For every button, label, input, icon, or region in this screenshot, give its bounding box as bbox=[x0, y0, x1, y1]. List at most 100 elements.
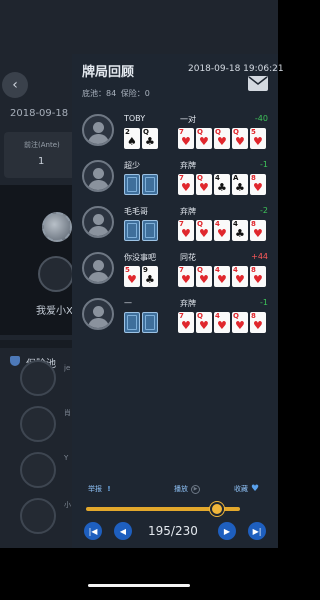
playing-card: 8 ♥ bbox=[250, 174, 266, 195]
player-name: — bbox=[124, 298, 132, 307]
card-suit: ♥ bbox=[235, 135, 245, 148]
heart-icon: ♥ bbox=[251, 484, 260, 494]
playing-card: 5 ♥ bbox=[250, 128, 266, 149]
card-suit: ♥ bbox=[253, 135, 263, 148]
card-suit: ♣ bbox=[217, 181, 227, 194]
playing-card: 4 ♥ bbox=[232, 266, 248, 287]
board-cards: 7 ♥ Q ♥ 4 ♣ A ♣ 8 ♥ bbox=[178, 174, 266, 195]
card-suit: ♥ bbox=[217, 227, 227, 240]
player-name: 我爱小X bbox=[36, 306, 73, 317]
play-label: 播放 bbox=[174, 485, 188, 493]
list-item-text: 肖 bbox=[64, 409, 71, 416]
card-suit: ♥ bbox=[253, 319, 263, 332]
first-button[interactable]: |◀ bbox=[84, 522, 102, 540]
playing-card: 4 ♥ bbox=[214, 266, 230, 287]
next-button[interactable]: ▶ bbox=[218, 522, 236, 540]
pot-label: 底池：84 bbox=[82, 89, 117, 98]
card-suit: ♥ bbox=[181, 319, 191, 332]
card-back bbox=[142, 174, 158, 195]
avatar bbox=[20, 360, 56, 396]
card-suit: ♥ bbox=[253, 181, 263, 194]
board-cards: 7 ♥ Q ♥ Q ♥ Q ♥ 5 ♥ bbox=[178, 128, 266, 149]
step-counter: 195/230 bbox=[148, 524, 198, 538]
ante-value: 1 bbox=[38, 156, 45, 167]
prev-button[interactable]: ◀ bbox=[114, 522, 132, 540]
playing-card: 7 ♥ bbox=[178, 174, 194, 195]
card-suit: ♥ bbox=[181, 135, 191, 148]
hole-cards: 5 ♥ 9 ♣ bbox=[124, 266, 158, 287]
last-button[interactable]: ▶| bbox=[248, 522, 266, 540]
playing-card: Q ♥ bbox=[232, 128, 248, 149]
hole-cards bbox=[124, 174, 158, 195]
playing-card: Q ♥ bbox=[196, 220, 212, 241]
avatar bbox=[82, 160, 114, 192]
home-indicator[interactable] bbox=[88, 584, 190, 587]
playing-card: Q ♣ bbox=[142, 128, 158, 149]
card-suit: ♣ bbox=[145, 135, 155, 148]
playing-card: 7 ♥ bbox=[178, 312, 194, 333]
chip-change: -1 bbox=[260, 298, 268, 307]
playing-card: 7 ♥ bbox=[178, 266, 194, 287]
avatar bbox=[82, 252, 114, 284]
player-row: 超少 弃牌 -1 7 ♥ Q ♥ 4 ♣ A ♣ 8 ♥ bbox=[72, 160, 278, 204]
favorite-button[interactable]: 收藏 ♥ bbox=[234, 484, 259, 494]
player-name: 毛毛哥 bbox=[124, 207, 148, 216]
action-bar: 举报 ! 播放 ▶ 收藏 ♥ bbox=[72, 484, 278, 498]
back-button[interactable]: ‹ bbox=[2, 72, 28, 98]
bottom-safe-area bbox=[0, 548, 278, 600]
playing-card: Q ♥ bbox=[196, 312, 212, 333]
favorite-label: 收藏 bbox=[234, 485, 248, 493]
card-suit: ♣ bbox=[235, 181, 245, 194]
chip-change: -40 bbox=[254, 114, 268, 123]
ante-label: 前注(Ante) bbox=[24, 141, 60, 149]
player-row: 毛毛哥 弃牌 -2 7 ♥ Q ♥ 4 ♥ 4 ♣ 8 ♥ bbox=[72, 206, 278, 250]
chip-change: +44 bbox=[251, 252, 268, 261]
list-item-text: je bbox=[64, 364, 71, 372]
card-suit: ♥ bbox=[217, 273, 227, 286]
avatar bbox=[20, 452, 56, 488]
card-suit: ♠ bbox=[127, 135, 137, 148]
card-suit: ♥ bbox=[199, 181, 209, 194]
playing-card: 5 ♥ bbox=[124, 266, 140, 287]
playing-card: 7 ♥ bbox=[178, 128, 194, 149]
board-cards: 7 ♥ Q ♥ 4 ♥ Q ♥ 8 ♥ bbox=[178, 312, 266, 333]
card-suit: ♣ bbox=[145, 273, 155, 286]
mail-icon[interactable] bbox=[248, 76, 268, 91]
playing-card: 8 ♥ bbox=[250, 266, 266, 287]
playing-card: 4 ♣ bbox=[232, 220, 248, 241]
board-cards: 7 ♥ Q ♥ 4 ♥ 4 ♥ 8 ♥ bbox=[178, 266, 266, 287]
hand-review-panel: 牌局回顾 2018-09-18 19:06:21 底池：84 保险：0 TOBY… bbox=[72, 54, 284, 548]
report-label: 举报 bbox=[88, 485, 102, 493]
card-suit: ♥ bbox=[181, 227, 191, 240]
playing-card: 4 ♣ bbox=[214, 174, 230, 195]
card-suit: ♥ bbox=[127, 273, 137, 286]
chip-change: -1 bbox=[260, 160, 268, 169]
card-suit: ♣ bbox=[235, 227, 245, 240]
card-suit: ♥ bbox=[253, 227, 263, 240]
previous-icon: ◀ bbox=[119, 526, 127, 536]
card-suit: ♥ bbox=[253, 273, 263, 286]
chip-icon bbox=[42, 212, 72, 242]
board-cards: 7 ♥ Q ♥ 4 ♥ 4 ♣ 8 ♥ bbox=[178, 220, 266, 241]
hole-cards bbox=[124, 312, 158, 333]
list-item-text: Y bbox=[64, 454, 69, 462]
report-button[interactable]: 举报 ! bbox=[88, 484, 113, 494]
playing-card: 2 ♠ bbox=[124, 128, 140, 149]
avatar bbox=[20, 406, 56, 442]
card-back bbox=[124, 174, 140, 195]
playing-card: Q ♥ bbox=[196, 174, 212, 195]
panel-title: 牌局回顾 bbox=[82, 65, 135, 80]
card-suit: ♥ bbox=[199, 227, 209, 240]
card-suit: ♥ bbox=[199, 273, 209, 286]
play-button[interactable]: 播放 ▶ bbox=[174, 484, 200, 494]
playing-card: 4 ♥ bbox=[214, 220, 230, 241]
card-suit: ♥ bbox=[199, 135, 209, 148]
hand-result: 一对 bbox=[180, 115, 196, 124]
pot-summary: 底池：84 保险：0 bbox=[82, 88, 152, 99]
slider-handle[interactable] bbox=[210, 502, 224, 516]
card-suit: ♥ bbox=[235, 319, 245, 332]
playing-card: Q ♥ bbox=[196, 128, 212, 149]
player-row: 你没事吧 同花 +44 5 ♥ 9 ♣ 7 ♥ Q ♥ 4 ♥ 4 ♥ 8 ♥ bbox=[72, 252, 278, 296]
list-item-text: 小 bbox=[64, 501, 71, 508]
player-name: 超少 bbox=[124, 161, 140, 170]
